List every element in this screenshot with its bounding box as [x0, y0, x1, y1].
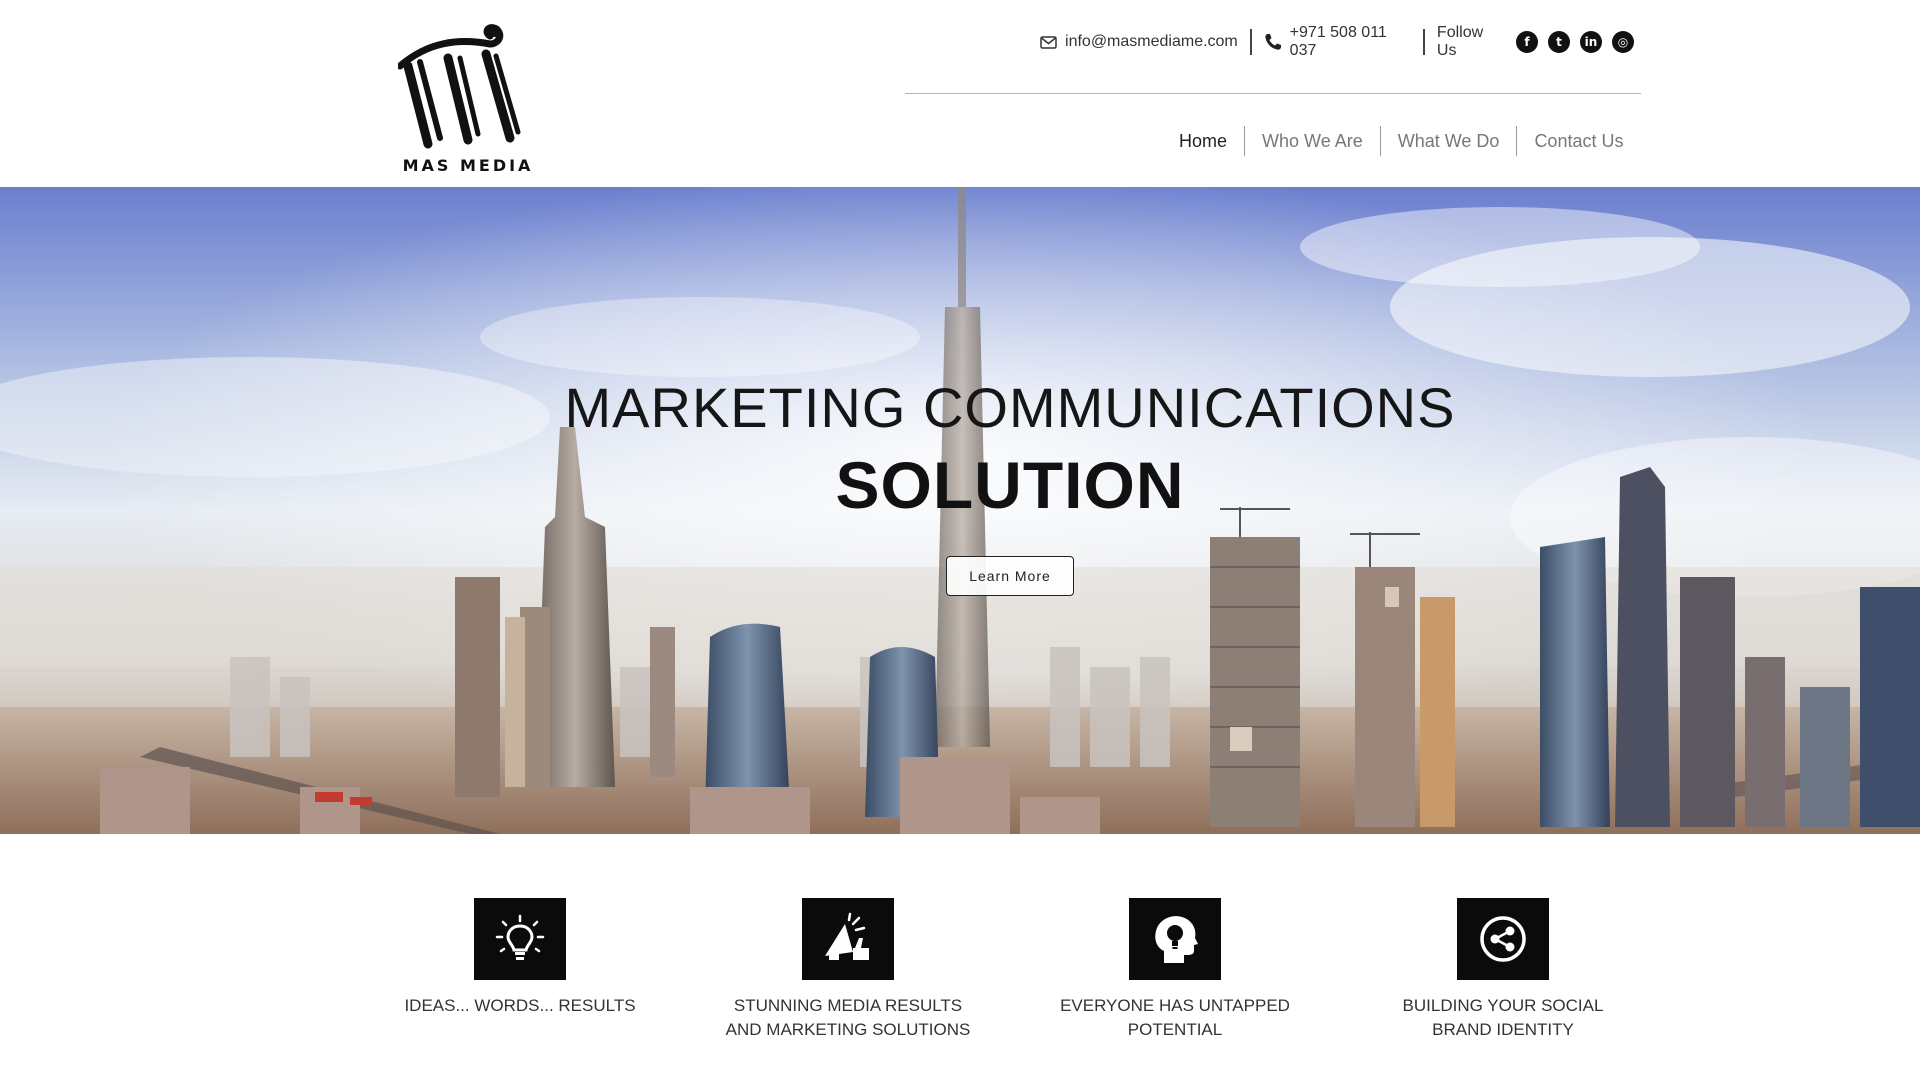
feature-label: BUILDING YOUR SOCIAL BRAND IDENTITY [1353, 994, 1653, 1042]
nav-what-we-do[interactable]: What We Do [1381, 131, 1517, 152]
feature-label-line: IDEAS... WORDS... RESULTS [404, 996, 636, 1015]
contact-bar: info@masmediame.com +971 508 011 037 Fol… [1040, 24, 1634, 59]
envelope-icon [1040, 35, 1057, 49]
site-header: MAS MEDIA info@masmediame.com +971 508 0… [0, 0, 1920, 187]
contact-divider [1249, 29, 1252, 55]
instagram-icon[interactable]: ◎ [1612, 31, 1634, 53]
contact-divider [1423, 29, 1425, 55]
feature-label: STUNNING MEDIA RESULTS AND MARKETING SOL… [698, 994, 998, 1042]
social-links: f t in ◎ [1516, 31, 1634, 53]
email-link[interactable]: info@masmediame.com [1065, 33, 1238, 51]
header-divider [905, 93, 1641, 94]
phone-icon [1264, 33, 1282, 51]
feature-label: EVERYONE HAS UNTAPPED POTENTIAL [1025, 994, 1325, 1042]
feature-social-brand: BUILDING YOUR SOCIAL BRAND IDENTITY [1353, 898, 1653, 1042]
feature-media-results: STUNNING MEDIA RESULTS AND MARKETING SOL… [698, 898, 998, 1042]
hero-heading: MARKETING COMMUNICATIONS [564, 376, 1456, 439]
follow-us-label: Follow Us [1436, 24, 1484, 59]
email-contact[interactable]: info@masmediame.com [1040, 33, 1238, 51]
feature-label-line: EVERYONE HAS UNTAPPED [1060, 996, 1290, 1015]
feature-label: IDEAS... WORDS... RESULTS [370, 994, 670, 1018]
mas-media-logo[interactable]: MAS MEDIA [398, 14, 538, 176]
head-bulb-icon [1129, 898, 1221, 980]
hero-subheading: SOLUTION [835, 448, 1185, 522]
logo-wordmark: MAS MEDIA [402, 156, 534, 175]
feature-potential: EVERYONE HAS UNTAPPED POTENTIAL [1025, 898, 1325, 1042]
learn-more-button[interactable]: Learn More [946, 556, 1074, 596]
feature-label-line: BUILDING YOUR SOCIAL [1402, 996, 1604, 1015]
feature-label-line: POTENTIAL [1127, 1020, 1223, 1039]
share-icon [1457, 898, 1549, 980]
phone-contact[interactable]: +971 508 011 037 [1264, 24, 1411, 60]
logo-mark-icon [398, 24, 521, 149]
feature-label-line: AND MARKETING SOLUTIONS [725, 1020, 971, 1039]
facebook-icon[interactable]: f [1516, 31, 1538, 53]
nav-who-we-are[interactable]: Who We Are [1245, 131, 1380, 152]
nav-contact-us[interactable]: Contact Us [1517, 131, 1640, 152]
feature-label-line: STUNNING MEDIA RESULTS [733, 996, 963, 1015]
lightbulb-icon [474, 898, 566, 980]
twitter-icon[interactable]: t [1548, 31, 1570, 53]
phone-number[interactable]: +971 508 011 037 [1290, 24, 1411, 60]
feature-ideas: IDEAS... WORDS... RESULTS [370, 898, 670, 1018]
nav-home[interactable]: Home [1162, 131, 1244, 152]
feature-label-line: BRAND IDENTITY [1432, 1020, 1574, 1039]
hero-banner: MARKETING COMMUNICATIONS SOLUTION Learn … [0, 187, 1920, 834]
linkedin-icon[interactable]: in [1580, 31, 1602, 53]
megaphone-icon [802, 898, 894, 980]
main-nav: Home Who We Are What We Do Contact Us [1162, 126, 1640, 156]
